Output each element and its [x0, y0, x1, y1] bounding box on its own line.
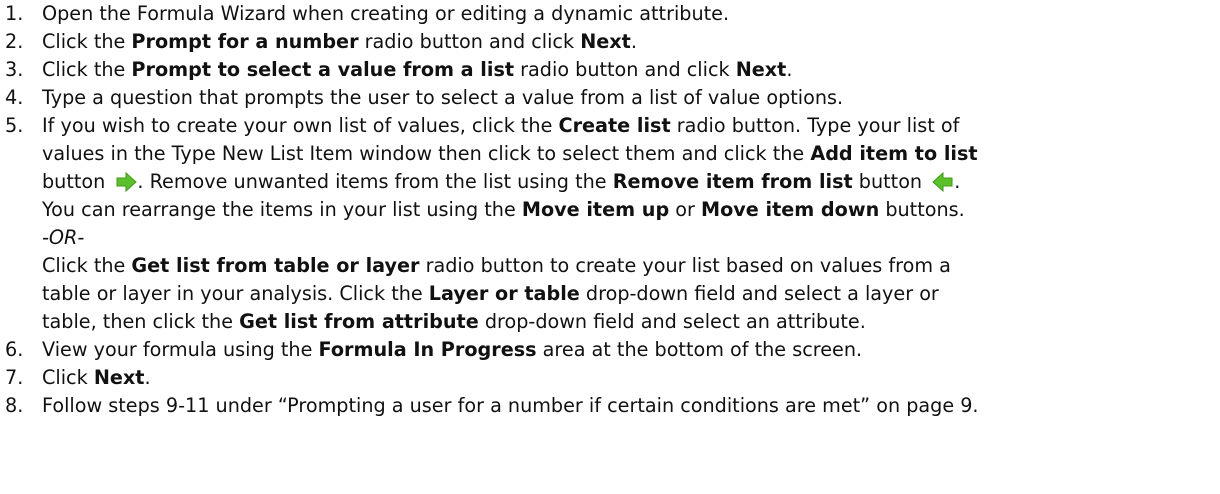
list-item: 1. Open the Formula Wizard when creating… — [0, 0, 1220, 28]
document-page: 1. Open the Formula Wizard when creating… — [0, 0, 1220, 494]
ui-term: Create list — [558, 114, 671, 137]
ui-term: Layer or table — [428, 282, 580, 305]
ui-term: Move item down — [701, 198, 880, 221]
or-separator: -OR- — [42, 226, 85, 249]
ui-term: Next — [735, 58, 787, 81]
ui-term: Get list from attribute — [239, 310, 479, 333]
step-text: Open the Formula Wizard when creating or… — [42, 2, 730, 25]
step-number: 6. — [5, 338, 24, 361]
list-item: 6. View your formula using the Formula I… — [0, 336, 1220, 364]
step-number: 8. — [5, 394, 24, 417]
ui-term: Add item to list — [810, 142, 978, 165]
step-number: 5. — [5, 114, 24, 137]
step-text: View your formula using the Formula In P… — [42, 338, 863, 361]
step-text: Click the Prompt to select a value from … — [42, 58, 793, 81]
step-text: Click Next. — [42, 366, 151, 389]
list-item: 7. Click Next. — [0, 364, 1220, 392]
step-number: 7. — [5, 366, 24, 389]
step-number: 2. — [5, 30, 24, 53]
ui-term: Next — [93, 366, 145, 389]
ui-term: Get list from table or layer — [131, 254, 420, 277]
ui-term: Formula In Progress — [318, 338, 537, 361]
list-item: 4. Type a question that prompts the user… — [0, 84, 1220, 112]
list-item: 2. Click the Prompt for a number radio b… — [0, 28, 1220, 56]
step-text: Type a question that prompts the user to… — [42, 86, 844, 109]
step-number: 4. — [5, 86, 24, 109]
list-item: 5. If you wish to create your own list o… — [0, 112, 1220, 336]
step-text: Click the Get list from table or layer r… — [42, 254, 951, 277]
step-text: If you wish to create your own list of v… — [42, 114, 960, 137]
step-text: button . Remove unwanted items from the … — [42, 168, 1220, 196]
instruction-list: 1. Open the Formula Wizard when creating… — [0, 0, 1220, 420]
step-number: 1. — [5, 2, 24, 25]
step-text: You can rearrange the items in your list… — [42, 198, 965, 221]
list-item: 8. Follow steps 9-11 under “Prompting a … — [0, 392, 1220, 420]
step-text: Click the Prompt for a number radio butt… — [42, 30, 637, 53]
step-text: table, then click the Get list from attr… — [42, 310, 866, 333]
list-item: 3. Click the Prompt to select a value fr… — [0, 56, 1220, 84]
step-number: 3. — [5, 58, 24, 81]
step-text: table or layer in your analysis. Click t… — [42, 282, 939, 305]
step-text: values in the Type New List Item window … — [42, 142, 978, 165]
ui-term: Prompt for a number — [131, 30, 359, 53]
ui-term: Prompt to select a value from a list — [131, 58, 515, 81]
ui-term: Remove item from list — [612, 170, 853, 193]
step-text: Follow steps 9-11 under “Prompting a use… — [42, 394, 979, 417]
ui-term: Next — [580, 30, 631, 53]
ui-term: Move item up — [521, 198, 670, 221]
